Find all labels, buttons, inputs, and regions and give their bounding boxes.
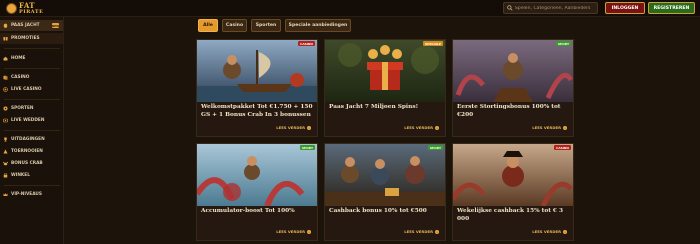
sidebar-item-paas-jacht[interactable]: PAAS JACHT NEW [0, 20, 63, 31]
sidebar-item-label: HOME [11, 56, 26, 61]
sidebar-item-winkel[interactable]: WINKEL [0, 170, 63, 181]
promotion-title: Welkomstpakket Tot €1.750 + 150 GS + 1 B… [201, 104, 313, 118]
register-button[interactable]: REGISTREREN [648, 2, 695, 14]
search-box[interactable] [503, 2, 598, 14]
sidebar-item-bonus-crab[interactable]: BONUS CRAB [0, 158, 63, 169]
sidebar-item-label: CASINO [11, 75, 30, 80]
chevron-right-icon: › [435, 125, 439, 130]
promotion-card[interactable]: SPORT Cashback bonus 10% tot €500 LEES V… [324, 143, 446, 241]
ball-icon [3, 106, 8, 111]
sidebar-item-casino[interactable]: CASINO [0, 72, 63, 83]
tab-casino[interactable]: Casino [222, 19, 247, 32]
sidebar-item-label: WINKEL [11, 173, 30, 178]
promotion-title: Accumulator-boost Tot 100% [201, 208, 295, 214]
gift-icon [3, 37, 8, 41]
sidebar-item-promoties[interactable]: PROMOTIES [0, 33, 63, 44]
chevron-right-icon: › [307, 229, 311, 234]
site-logo[interactable]: FAT PIRATE [6, 1, 43, 16]
top-bar: FAT PIRATE INLOGGEN REGISTREREN [0, 0, 700, 17]
shop-icon [3, 173, 8, 178]
promotion-card[interactable]: SPECIALE Paas Jacht 7 Miljoen Spins! LEE… [324, 39, 446, 137]
tab-alle[interactable]: Alle [198, 19, 218, 32]
sidebar-item-label: LIVE CASINO [11, 87, 42, 92]
trophy-icon [4, 137, 7, 142]
category-badge: CASINO [298, 41, 315, 46]
sidebar-divider [4, 48, 60, 49]
category-badge: SPORT [299, 145, 315, 150]
promotion-image-octopus: SPORT [197, 144, 317, 206]
sidebar-item-toernooien[interactable]: TOERNOOIEN [0, 146, 63, 157]
cards-icon [3, 75, 8, 80]
read-more-link[interactable]: LEES VERDER › [404, 125, 439, 130]
sidebar-divider [4, 185, 60, 186]
promotion-card[interactable]: CASINO Welkomstpakket Tot €1.750 + 150 G… [196, 39, 318, 137]
egg-icon [3, 23, 8, 28]
sidebar-item-label: PAAS JACHT [11, 23, 40, 28]
sidebar-item-label: VIP-NIVEAUS [11, 192, 43, 197]
read-more-link[interactable]: LEES VERDER › [532, 229, 567, 234]
sidebar-item-label: TOERNOOIEN [11, 149, 43, 154]
sidebar-item-label: SPORTEN [11, 106, 34, 111]
promotion-card[interactable]: SPORT Eerste Stortingsbonus 100% tot €20… [452, 39, 574, 137]
live-icon [3, 87, 8, 92]
sidebar-item-vip-niveaus[interactable]: VIP-NIVEAUS [0, 189, 63, 200]
promotion-image-pirate-ship: CASINO [197, 40, 317, 102]
crown-icon [3, 193, 8, 196]
sidebar-item-uitdagingen[interactable]: UITDAGINGEN [0, 134, 63, 145]
read-more-link[interactable]: LEES VERDER › [532, 125, 567, 130]
sidebar-item-home[interactable]: HOME [0, 53, 63, 64]
login-button[interactable]: INLOGGEN [605, 2, 645, 14]
search-icon [507, 5, 513, 11]
promotion-image-pirate-crew: SPORT [325, 144, 445, 206]
category-badge: SPORT [555, 41, 571, 46]
promotion-card[interactable]: SPORT Accumulator-boost Tot 100% LEES VE… [196, 143, 318, 241]
sidebar: PAAS JACHT NEW PROMOTIES HOME CASINO LIV… [0, 17, 64, 244]
sidebar-item-label: PROMOTIES [11, 36, 40, 41]
sidebar-item-label: LIVE WEDDEN [11, 118, 45, 123]
sidebar-item-label: UITDAGINGEN [11, 137, 45, 142]
sidebar-item-sporten[interactable]: SPORTEN [0, 103, 63, 114]
sidebar-item-live-casino[interactable]: LIVE CASINO [0, 84, 63, 95]
chevron-right-icon: › [307, 125, 311, 130]
tab-speciale-aanbiedingen[interactable]: Speciale aanbiedingen [285, 19, 351, 32]
promotion-title: Paas Jacht 7 Miljoen Spins! [329, 104, 419, 110]
sidebar-divider [4, 68, 60, 69]
promotion-card[interactable]: CASINO Wekelijkse cashback 15% tot € 3 0… [452, 143, 574, 241]
read-more-link[interactable]: LEES VERDER › [404, 229, 439, 234]
chevron-right-icon: › [563, 229, 567, 234]
home-icon [3, 56, 8, 61]
sidebar-item-live-wedden[interactable]: LIVE WEDDEN [0, 115, 63, 126]
sidebar-item-label: BONUS CRAB [11, 161, 43, 166]
search-input[interactable] [514, 5, 597, 11]
new-badge: NEW [51, 23, 60, 28]
chevron-right-icon: › [435, 229, 439, 234]
tournament-icon [3, 149, 8, 154]
promotion-title: Cashback bonus 10% tot €500 [329, 208, 427, 214]
skull-logo-icon [6, 3, 17, 14]
read-more-link[interactable]: LEES VERDER › [276, 125, 311, 130]
category-badge: CASINO [554, 145, 571, 150]
promotion-title: Wekelijkse cashback 15% tot € 3 000 [457, 208, 563, 222]
promotion-image-kraken: SPORT [453, 40, 573, 102]
crab-icon [3, 161, 8, 166]
tab-sporten[interactable]: Sporten [251, 19, 281, 32]
promotion-title: Eerste Stortingsbonus 100% tot €200 [457, 104, 561, 118]
sidebar-divider [4, 99, 60, 100]
logo-text-line2: PIRATE [19, 8, 44, 15]
chevron-right-icon: › [563, 125, 567, 130]
read-more-link[interactable]: LEES VERDER › [276, 229, 311, 234]
category-badge: SPORT [427, 145, 443, 150]
live-bet-icon [3, 118, 8, 123]
sidebar-divider [4, 130, 60, 131]
category-badge: SPECIALE [422, 41, 443, 46]
promotion-image-pirate-captain: CASINO [453, 144, 573, 206]
promotion-image-gift-box: SPECIALE [325, 40, 445, 102]
